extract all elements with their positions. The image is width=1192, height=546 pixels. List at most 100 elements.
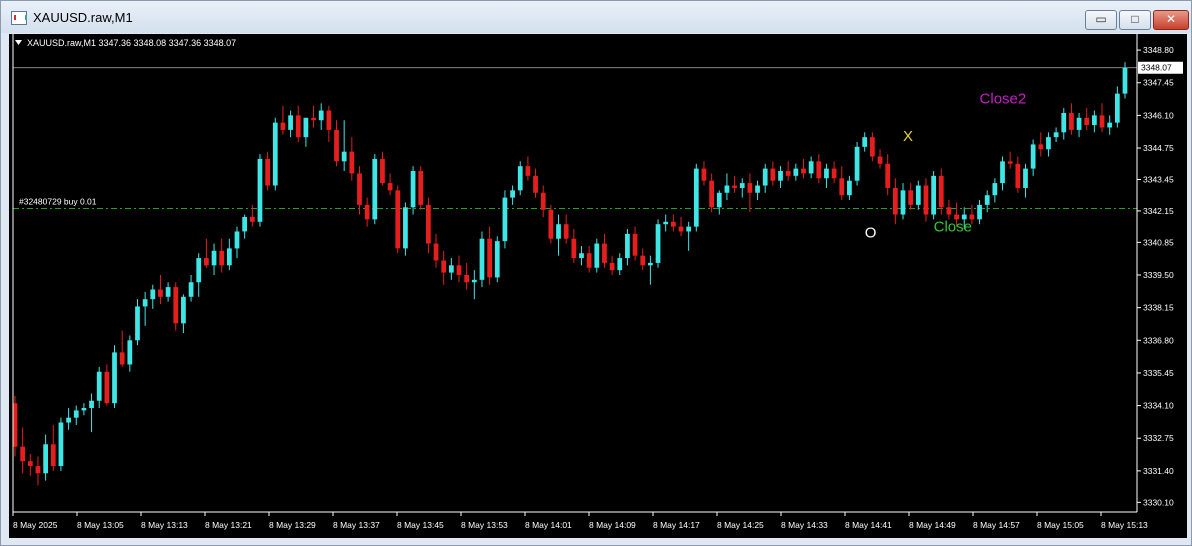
candle-body[interactable] [58, 422, 64, 467]
candle-body[interactable] [625, 233, 630, 259]
candle-body[interactable] [1107, 122, 1113, 128]
candle-body[interactable] [770, 168, 776, 181]
candle-body[interactable] [632, 233, 638, 256]
candle-body[interactable] [870, 137, 875, 157]
candle-body[interactable] [977, 204, 982, 220]
candle-body[interactable] [548, 209, 554, 239]
candle-body[interactable] [50, 444, 56, 467]
candle-body[interactable] [418, 171, 424, 205]
candle-body[interactable] [755, 185, 760, 193]
restore-button[interactable]: □ [1119, 10, 1151, 30]
candle-body[interactable] [862, 137, 868, 147]
close-button[interactable]: ✕ [1153, 10, 1189, 30]
candle-body[interactable] [173, 287, 179, 324]
candle-body[interactable] [984, 195, 990, 205]
candle-body[interactable] [372, 158, 378, 220]
candle-body[interactable] [303, 117, 309, 138]
title-bar[interactable]: XAUUSD.raw,M1 ▭ □ ✕ [1, 1, 1191, 33]
candle-body[interactable] [517, 166, 523, 191]
candle-body[interactable] [426, 204, 431, 244]
candle-body[interactable] [96, 371, 102, 401]
candle-body[interactable] [908, 190, 914, 205]
candle-body[interactable] [724, 185, 730, 193]
candle-body[interactable] [158, 289, 163, 297]
candle-body[interactable] [594, 243, 600, 268]
candle-body[interactable] [35, 466, 41, 474]
candle-body[interactable] [801, 168, 806, 174]
candle-body[interactable] [785, 171, 791, 176]
candle-body[interactable] [617, 258, 623, 271]
candle-body[interactable] [808, 161, 814, 174]
candle-body[interactable] [487, 238, 492, 278]
candle-body[interactable] [89, 400, 94, 409]
candle-body[interactable] [923, 185, 929, 215]
candle-body[interactable] [533, 175, 538, 193]
candle-body[interactable] [892, 187, 898, 215]
candle-body[interactable] [640, 255, 646, 266]
candle-body[interactable] [334, 129, 339, 162]
candle-body[interactable] [181, 296, 186, 324]
candle-body[interactable] [441, 260, 447, 273]
candle-body[interactable] [1122, 67, 1128, 94]
candle-body[interactable] [104, 371, 110, 404]
candle-body[interactable] [847, 180, 852, 196]
price-chart[interactable]: #32480729 buy 0.01 3348.80 3347.45 3346.10… [9, 34, 1187, 538]
candle-body[interactable] [1084, 117, 1090, 126]
candle-body[interactable] [249, 216, 255, 222]
candle-body[interactable] [119, 352, 125, 365]
candle-body[interactable] [854, 146, 860, 181]
candle-body[interactable] [395, 190, 401, 249]
candle-body[interactable] [839, 178, 845, 196]
candle-body[interactable] [471, 279, 477, 283]
candle-body[interactable] [739, 183, 745, 188]
candle-body[interactable] [992, 183, 998, 196]
candle-body[interactable] [112, 352, 117, 404]
candle-body[interactable] [525, 166, 531, 176]
candle-body[interactable] [387, 183, 393, 191]
candle-body[interactable] [915, 185, 921, 205]
candle-body[interactable] [609, 262, 615, 271]
candle-body[interactable] [135, 306, 140, 341]
symbol-menu-icon[interactable] [15, 40, 22, 45]
candle-body[interactable] [747, 183, 753, 193]
candle-body[interactable] [1053, 132, 1059, 138]
candle-body[interactable] [66, 417, 71, 423]
candle-body[interactable] [701, 168, 707, 181]
candle-body[interactable] [1038, 144, 1044, 150]
candle-body[interactable] [1061, 112, 1067, 133]
candle-body[interactable] [1076, 117, 1082, 130]
candle-body[interactable] [502, 197, 508, 242]
candle-body[interactable] [211, 250, 217, 266]
candle-body[interactable] [403, 207, 408, 249]
candle-body[interactable] [272, 122, 278, 186]
candle-body[interactable] [670, 221, 676, 227]
candle-body[interactable] [295, 115, 301, 138]
candle-body[interactable] [326, 110, 332, 130]
candle-body[interactable] [1046, 137, 1051, 150]
candle-body[interactable] [142, 299, 148, 307]
candle-body[interactable] [831, 168, 837, 179]
candle-body[interactable] [73, 410, 79, 418]
candle-body[interactable] [150, 289, 156, 300]
candle-body[interactable] [1000, 161, 1005, 184]
candle-body[interactable] [27, 461, 33, 467]
candle-body[interactable] [678, 226, 684, 232]
chart-canvas[interactable]: #32480729 buy 0.01 3348.80 3347.45 3346.10… [9, 34, 1187, 538]
candle-body[interactable] [364, 204, 370, 220]
candle-body[interactable] [716, 192, 722, 208]
candle-body[interactable] [311, 117, 316, 121]
candle-body[interactable] [579, 253, 584, 259]
candle-body[interactable] [938, 175, 944, 208]
candle-body[interactable] [686, 226, 692, 232]
candle-body[interactable] [494, 241, 500, 278]
candle-body[interactable] [885, 163, 891, 188]
candle-body[interactable] [479, 238, 485, 280]
candle-body[interactable] [357, 173, 362, 205]
candle-body[interactable] [234, 231, 240, 249]
candle-body[interactable] [81, 408, 87, 411]
candle-body[interactable] [540, 192, 546, 210]
candle-body[interactable] [204, 258, 209, 266]
candle-body[interactable] [1015, 163, 1021, 188]
candle-body[interactable] [1030, 144, 1036, 169]
candle-body[interactable] [1007, 161, 1013, 164]
